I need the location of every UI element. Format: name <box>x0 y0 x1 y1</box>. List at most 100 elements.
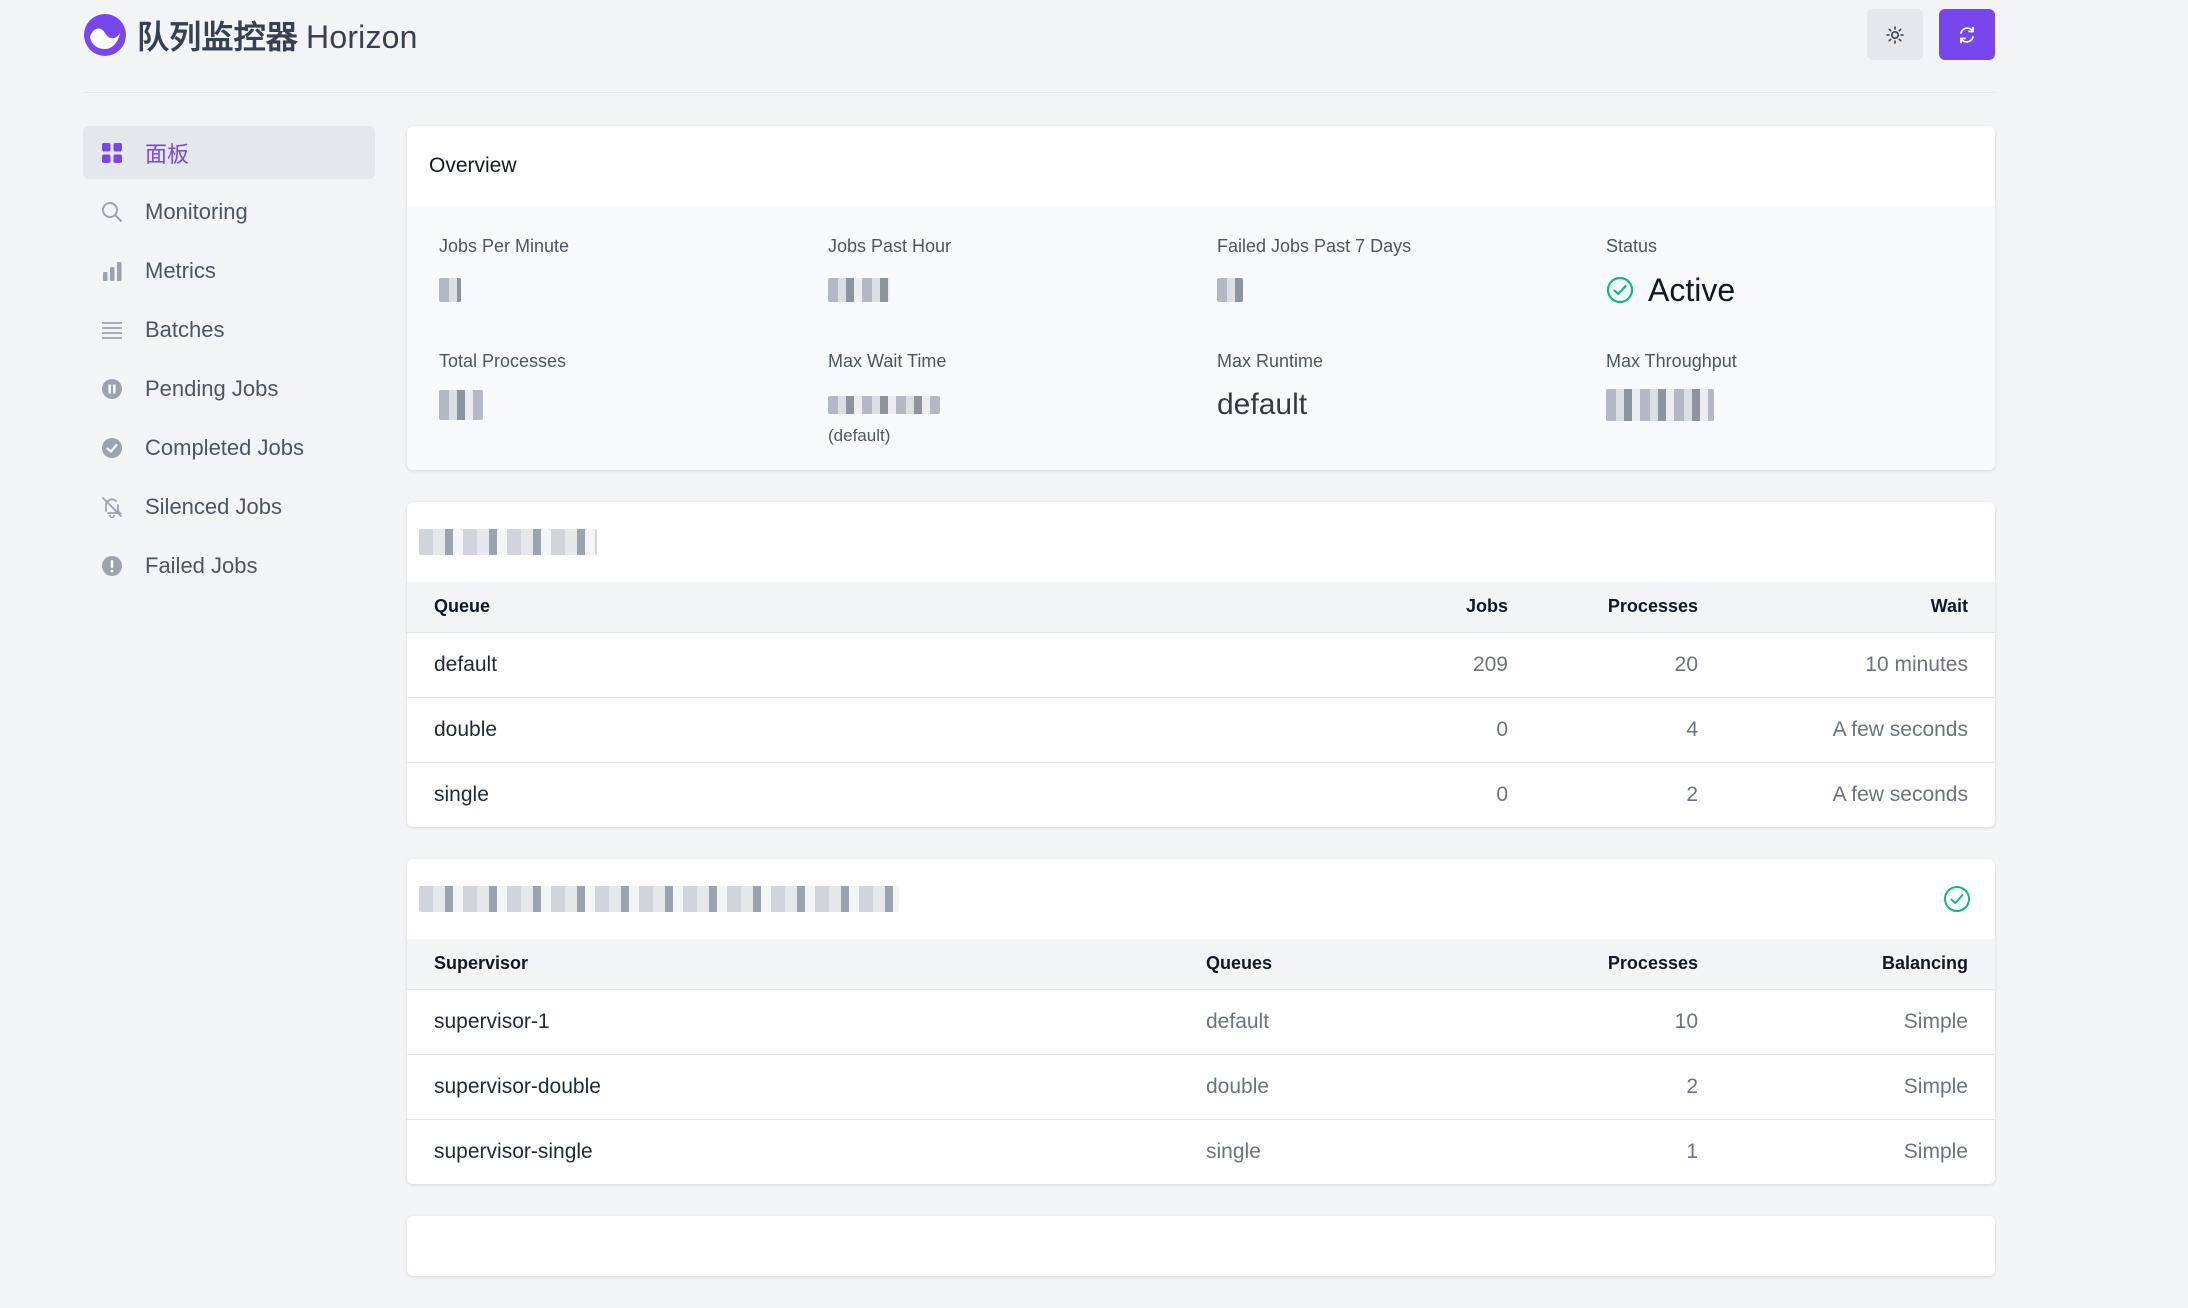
table-row[interactable]: single 0 2 A few seconds <box>407 761 1995 827</box>
stat-total-processes: Total Processes <box>439 351 828 446</box>
main-content: Overview Jobs Per Minute Jobs Past Hour … <box>407 126 1995 1308</box>
supervisor-processes: 1 <box>1535 1118 1725 1184</box>
stat-label: Jobs Per Minute <box>439 236 570 256</box>
queues-card: Queue Jobs Processes Wait default 209 20… <box>407 502 1995 827</box>
dashboard-grid-icon <box>99 140 125 166</box>
app-title-en: Horizon <box>306 19 418 55</box>
check-circle-icon <box>99 435 125 461</box>
queue-wait: 10 minutes <box>1725 631 1995 697</box>
table-header-row: Supervisor Queues Processes Balancing <box>407 939 1995 989</box>
table-row[interactable]: supervisor-single single 1 Simple <box>407 1118 1995 1184</box>
sidebar-item-batches[interactable]: Batches <box>83 303 375 356</box>
stat-max-wait-time: Max Wait Time (default) <box>828 351 1217 446</box>
horizon-logo-icon <box>84 14 126 56</box>
table-row[interactable]: supervisor-double double 2 Simple <box>407 1053 1995 1119</box>
stat-label: Max Wait Time <box>828 351 947 371</box>
table-row[interactable]: double 0 4 A few seconds <box>407 696 1995 762</box>
sidebar-item-label: Completed Jobs <box>145 434 304 460</box>
supervisors-card-header <box>407 859 1995 939</box>
queue-name: single <box>407 761 1027 827</box>
supervisor-name: supervisor-1 <box>407 988 1179 1054</box>
supervisor-queues: default <box>1179 988 1535 1054</box>
table-header-row: Queue Jobs Processes Wait <box>407 582 1995 632</box>
queue-jobs: 209 <box>1026 631 1535 697</box>
stat-label: Jobs Past Hour <box>828 236 952 256</box>
stat-max-throughput: Max Throughput <box>1606 351 1995 446</box>
table-row[interactable]: supervisor-1 default 10 Simple <box>407 988 1995 1054</box>
column-header-supervisor: Supervisor <box>434 953 529 974</box>
check-circle-icon <box>1606 276 1634 304</box>
theme-toggle-button[interactable] <box>1867 9 1923 60</box>
refresh-icon <box>1960 26 1974 43</box>
queue-jobs: 0 <box>1026 761 1535 827</box>
stat-value-redacted <box>439 386 828 424</box>
supervisor-balancing: Simple <box>1725 1053 1995 1119</box>
queue-jobs: 0 <box>1026 696 1535 762</box>
sidebar-item-label: Pending Jobs <box>145 375 279 401</box>
exclamation-circle-icon <box>99 553 125 579</box>
stat-label: Max Throughput <box>1606 351 1737 371</box>
sidebar-item-pending-jobs[interactable]: Pending Jobs <box>83 362 375 415</box>
brand[interactable]: 队列监控器 Horizon <box>83 12 418 58</box>
supervisor-processes: 2 <box>1535 1053 1725 1119</box>
status-text: Active <box>1648 271 1736 308</box>
search-icon <box>99 199 125 225</box>
queues-table: Queue Jobs Processes Wait default 209 20… <box>407 582 1995 827</box>
stat-failed-jobs: Failed Jobs Past 7 Days <box>1217 236 1606 309</box>
pause-circle-icon <box>99 376 125 402</box>
column-header-processes: Processes <box>1607 953 1698 974</box>
queue-processes: 2 <box>1535 761 1725 827</box>
queue-processes: 20 <box>1535 631 1725 697</box>
sidebar-item-label: Silenced Jobs <box>145 493 282 519</box>
column-header-balancing: Balancing <box>1881 953 1968 974</box>
sidebar-item-metrics[interactable]: Metrics <box>83 244 375 297</box>
supervisor-name: supervisor-single <box>407 1118 1179 1184</box>
stat-jobs-per-minute: Jobs Per Minute <box>439 236 828 309</box>
stat-value-redacted <box>439 271 828 309</box>
sidebar-item-label: Monitoring <box>145 198 248 224</box>
status-value: Active <box>1606 271 1995 309</box>
redacted-card-title <box>419 529 597 555</box>
sidebar-item-label: 面板 <box>145 141 190 167</box>
sidebar-item-silenced-jobs[interactable]: Silenced Jobs <box>83 480 375 533</box>
sidebar-item-label: Batches <box>145 316 225 342</box>
column-header-processes: Processes <box>1607 596 1698 617</box>
queue-name: default <box>407 631 1027 697</box>
sidebar-item-dashboard[interactable]: 面板 <box>83 126 375 179</box>
stat-subtext: (default) <box>828 426 891 445</box>
column-header-wait: Wait <box>1930 596 1968 617</box>
queue-processes: 4 <box>1535 696 1725 762</box>
sidebar-item-completed-jobs[interactable]: Completed Jobs <box>83 421 375 474</box>
sidebar-item-failed-jobs[interactable]: Failed Jobs <box>83 539 375 592</box>
supervisor-queues: single <box>1179 1118 1535 1184</box>
stat-label: Total Processes <box>439 351 567 371</box>
stat-status: Status Active <box>1606 236 1995 309</box>
overview-card-header: Overview <box>407 126 1995 206</box>
bell-slash-icon <box>99 494 125 520</box>
supervisors-table: Supervisor Queues Processes Balancing su… <box>407 939 1995 1184</box>
sidebar-item-label: Failed Jobs <box>145 552 258 578</box>
column-header-queues: Queues <box>1206 953 1273 974</box>
stat-jobs-past-hour: Jobs Past Hour <box>828 236 1217 309</box>
sun-icon <box>1886 25 1904 44</box>
check-circle-icon <box>1944 886 1970 912</box>
queue-wait: A few seconds <box>1725 696 1995 762</box>
queue-name: double <box>407 696 1027 762</box>
top-header: 队列监控器 Horizon <box>83 0 1995 93</box>
bar-chart-icon <box>99 258 125 284</box>
app-title: 队列监控器 Horizon <box>137 12 418 58</box>
sidebar-nav: 面板 Monitoring Metrics Batches Pending Jo… <box>83 126 375 598</box>
queue-wait: A few seconds <box>1725 761 1995 827</box>
stat-label: Status <box>1606 236 1658 256</box>
supervisors-card: Supervisor Queues Processes Balancing su… <box>407 859 1995 1184</box>
sidebar-item-label: Metrics <box>145 257 216 283</box>
stat-value-redacted <box>828 271 1217 309</box>
stat-max-runtime: Max Runtime default <box>1217 351 1606 446</box>
supervisor-balancing: Simple <box>1725 988 1995 1054</box>
queues-card-header <box>407 502 1995 582</box>
sidebar-item-monitoring[interactable]: Monitoring <box>83 185 375 238</box>
table-row[interactable]: default 209 20 10 minutes <box>407 631 1995 697</box>
stat-label: Max Runtime <box>1217 351 1324 371</box>
redacted-card-title <box>419 886 899 912</box>
refresh-button[interactable] <box>1939 9 1995 60</box>
